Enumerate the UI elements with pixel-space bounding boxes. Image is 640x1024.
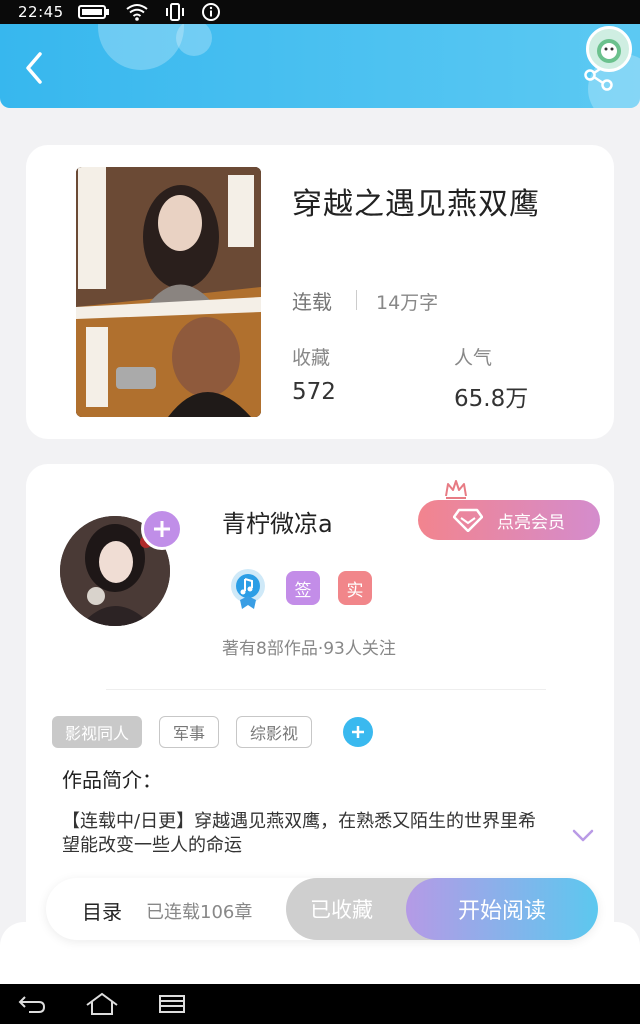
- popularity-label: 人气: [454, 347, 493, 369]
- bottom-action-bar: 目录 已连载106章 已收藏 开始阅读: [46, 878, 598, 940]
- verified-badge[interactable]: 实: [338, 571, 372, 605]
- vip-activate-button[interactable]: 点亮会员: [418, 500, 600, 540]
- author-name[interactable]: 青柠微凉a: [222, 504, 333, 539]
- medal-icon[interactable]: [228, 566, 268, 610]
- intro-text: 【连载中/日更】穿越遇见燕双鹰，在熟悉又陌生的世界里希望能改变一些人的命运: [62, 811, 537, 856]
- status-time: 22:45: [18, 3, 64, 21]
- table-of-contents-button[interactable]: 目录: [82, 896, 122, 925]
- favorites-value: 572: [292, 379, 336, 405]
- floating-mascot-icon[interactable]: [586, 26, 632, 72]
- book-title: 穿越之遇见燕双鹰: [292, 187, 540, 222]
- header-bar: [0, 24, 640, 108]
- add-tag-button[interactable]: [343, 717, 374, 747]
- back-nav-icon[interactable]: [12, 990, 52, 1018]
- author-stats: 著有8部作品·93人关注: [222, 639, 396, 659]
- crown-icon: [444, 478, 468, 500]
- collected-button-label: 已收藏: [310, 898, 373, 922]
- wifi-icon: [126, 3, 148, 21]
- recent-apps-icon[interactable]: [152, 990, 192, 1018]
- popularity-value: 65.8万: [454, 386, 529, 412]
- back-arrow-icon[interactable]: [20, 50, 50, 86]
- chevron-down-icon[interactable]: [572, 828, 594, 842]
- tag-list: 影视同人 军事 综影视: [52, 716, 374, 748]
- book-cover-image[interactable]: [76, 167, 261, 417]
- intro-heading: 作品简介：: [62, 768, 162, 792]
- author-badges: 签 实: [228, 566, 390, 610]
- info-icon: [201, 3, 220, 21]
- chapter-count[interactable]: 已连载106章: [146, 898, 252, 924]
- tag-item[interactable]: 军事: [159, 716, 220, 748]
- tag-item[interactable]: 综影视: [236, 716, 313, 748]
- divider: [356, 290, 357, 310]
- system-nav-bar: [0, 984, 640, 1024]
- book-info-card: 穿越之遇见燕双鹰 连载 14万字 收藏 572 人气 65.8万: [26, 145, 614, 439]
- home-nav-icon[interactable]: [82, 990, 122, 1018]
- tag-item[interactable]: 影视同人: [52, 716, 143, 748]
- start-reading-button[interactable]: 开始阅读: [406, 878, 598, 940]
- battery-icon: [77, 4, 110, 20]
- start-reading-label: 开始阅读: [457, 899, 546, 924]
- status-bar: 22:45: [0, 0, 640, 24]
- diamond-icon: [453, 508, 483, 532]
- divider: [106, 689, 546, 690]
- favorites-label: 收藏: [292, 347, 331, 369]
- book-word-count: 14万字: [376, 292, 439, 314]
- decor-bubble: [98, 24, 184, 70]
- follow-author-button[interactable]: [141, 508, 183, 550]
- vibrate-icon: [164, 3, 186, 21]
- book-status: 连载: [292, 290, 332, 314]
- vip-button-label: 点亮会员: [497, 512, 565, 533]
- decor-bubble: [176, 24, 212, 56]
- signed-badge[interactable]: 签: [286, 571, 320, 605]
